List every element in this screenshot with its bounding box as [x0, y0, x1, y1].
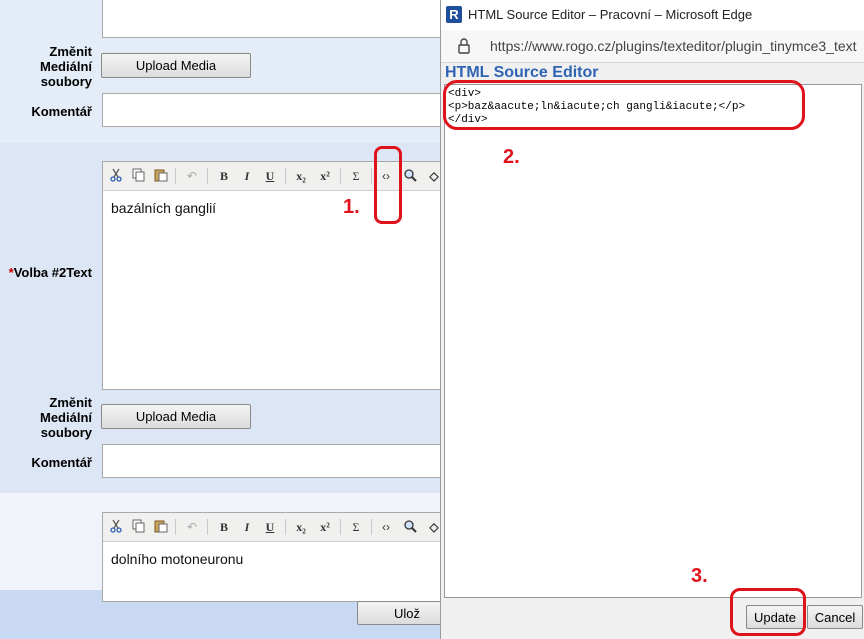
annotation-ring-update-button — [730, 588, 806, 636]
toolbar-separator — [207, 168, 208, 184]
toolbar-separator — [285, 168, 286, 184]
app-logo-icon: R — [446, 6, 462, 23]
toolbar-separator — [207, 519, 208, 535]
bold-button[interactable]: B — [215, 168, 233, 184]
cut-icon[interactable] — [107, 168, 125, 184]
upload-media-button[interactable]: Upload Media — [101, 53, 251, 78]
comment-input[interactable] — [102, 444, 442, 478]
cut-icon[interactable] — [107, 519, 125, 535]
comment-label: Komentář — [31, 455, 92, 470]
window-title: HTML Source Editor – Pracovní – Microsof… — [468, 7, 753, 22]
annotation-ring-source-text — [443, 80, 805, 130]
editor-content[interactable]: bazálních ganglií — [111, 200, 216, 216]
rich-text-editor[interactable]: ↶ B I U x₂ x² Σ ‹› ◇ dolního motoneuronu — [102, 512, 442, 602]
underline-button[interactable]: U — [261, 519, 279, 535]
comment-label: Komentář — [31, 104, 92, 119]
window-titlebar[interactable]: R HTML Source Editor – Pracovní – Micros… — [441, 0, 864, 30]
superscript-button[interactable]: x² — [316, 168, 334, 184]
italic-button[interactable]: I — [238, 168, 256, 184]
html-source-button[interactable]: ‹› — [377, 519, 395, 535]
upload-media-button[interactable]: Upload Media — [101, 404, 251, 429]
paste-icon[interactable] — [152, 519, 170, 535]
find-replace-icon[interactable] — [401, 519, 419, 535]
bold-button[interactable]: B — [215, 519, 233, 535]
find-replace-icon[interactable] — [401, 168, 419, 184]
toolbar-separator — [175, 519, 176, 535]
paste-icon[interactable] — [152, 168, 170, 184]
subscript-button[interactable]: x₂ — [292, 168, 310, 184]
change-media-label: Změnit Mediální soubory — [39, 44, 92, 89]
address-bar[interactable]: https://www.rogo.cz/plugins/texteditor/p… — [441, 30, 864, 63]
option-label: *Volba #2Text — [2, 265, 92, 280]
toolbar-separator — [371, 168, 372, 184]
option-label-text: Volba #2Text — [13, 265, 92, 280]
italic-button[interactable]: I — [238, 519, 256, 535]
sigma-button[interactable]: Σ — [347, 168, 365, 184]
html-source-editor-window[interactable]: R HTML Source Editor – Pracovní – Micros… — [440, 0, 864, 639]
copy-icon[interactable] — [130, 168, 148, 184]
superscript-button[interactable]: x² — [316, 519, 334, 535]
annotation-step-2: 2. — [503, 146, 520, 168]
lock-icon — [457, 38, 471, 57]
cancel-button[interactable]: Cancel — [807, 605, 863, 629]
change-media-label: Změnit Mediální soubory — [39, 395, 92, 440]
toolbar-separator — [340, 168, 341, 184]
comment-input[interactable] — [102, 93, 442, 127]
editor-content[interactable]: dolního motoneuronu — [111, 551, 243, 567]
previous-text-field[interactable] — [102, 0, 442, 38]
url-text[interactable]: https://www.rogo.cz/plugins/texteditor/p… — [490, 38, 857, 54]
annotation-step-3: 3. — [691, 565, 708, 587]
editor-toolbar: ↶ B I U x₂ x² Σ ‹› ◇ — [103, 513, 441, 542]
copy-icon[interactable] — [130, 519, 148, 535]
undo-icon[interactable]: ↶ — [183, 519, 201, 535]
underline-button[interactable]: U — [261, 168, 279, 184]
annotation-ring-source-button — [374, 146, 402, 224]
annotation-step-1: 1. — [343, 196, 360, 218]
toolbar-separator — [285, 519, 286, 535]
undo-icon[interactable]: ↶ — [183, 168, 201, 184]
sigma-button[interactable]: Σ — [347, 519, 365, 535]
toolbar-separator — [371, 519, 372, 535]
toolbar-separator — [175, 168, 176, 184]
toolbar-separator — [340, 519, 341, 535]
subscript-button[interactable]: x₂ — [292, 519, 310, 535]
